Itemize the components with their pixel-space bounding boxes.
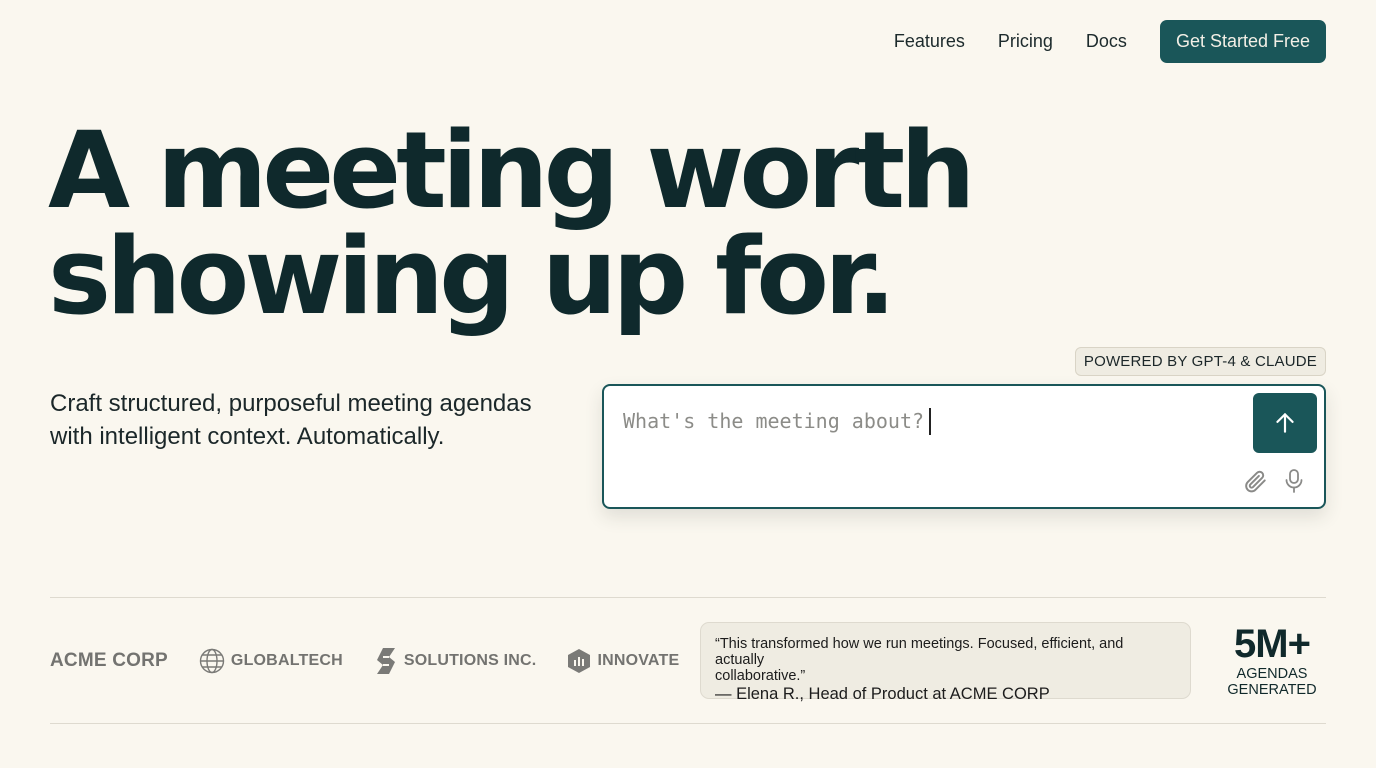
text-caret bbox=[929, 407, 932, 435]
logo-acme-corp-label: ACME CORP bbox=[50, 650, 168, 671]
logo-innovate-label: INNOVATE bbox=[597, 652, 680, 669]
paperclip-icon bbox=[1245, 470, 1266, 493]
divider-top bbox=[50, 597, 1326, 598]
hero-title: A meeting worth showing up for. bbox=[48, 109, 976, 338]
testimonial-quote-line-2: collaborative.” bbox=[715, 668, 806, 684]
attach-file-button[interactable] bbox=[1242, 468, 1268, 494]
divider-bottom bbox=[50, 723, 1326, 724]
hero-subtitle-line-1: Craft structured, purposeful meeting age… bbox=[50, 390, 532, 417]
logo-globaltech-label: GLOBALTECH bbox=[230, 652, 343, 669]
hero-subtitle: Craft structured, purposeful meeting age… bbox=[50, 387, 570, 453]
nav-link-docs[interactable]: Docs bbox=[1086, 31, 1127, 52]
logo-globaltech: GLOBALTECH bbox=[199, 648, 343, 674]
meeting-topic-input[interactable]: What's the meeting about? bbox=[623, 406, 1223, 436]
hero-title-line-2: showing up for. bbox=[48, 215, 896, 338]
testimonial-quote: “This transformed how we run meetings. F… bbox=[715, 636, 1176, 684]
voice-input-button[interactable] bbox=[1282, 468, 1306, 494]
s-mark-icon bbox=[376, 648, 395, 674]
nav-link-pricing[interactable]: Pricing bbox=[998, 31, 1053, 52]
testimonial-author: — Elena R., Head of Product at ACME CORP bbox=[715, 685, 1050, 703]
hero-title-line-1: A meeting worth bbox=[48, 109, 976, 232]
logo-solutions-inc-label: SOLUTIONS INC. bbox=[403, 652, 537, 669]
stat-value: 5M+ bbox=[1234, 622, 1311, 666]
get-started-button[interactable]: Get Started Free bbox=[1159, 20, 1326, 63]
testimonial-card: “This transformed how we run meetings. F… bbox=[700, 622, 1191, 703]
microphone-icon bbox=[1285, 469, 1303, 493]
testimonial-quote-line-1: “This transformed how we run meetings. F… bbox=[715, 636, 1124, 668]
meeting-prompt-box: What's the meeting about? bbox=[602, 384, 1326, 509]
customer-logos: ACME CORP GLOBALTECH SOLUTIONS INC. INNO… bbox=[50, 646, 710, 676]
landing-page: Features Pricing Docs Get Started Free A… bbox=[0, 0, 1376, 768]
globe-icon bbox=[199, 648, 225, 674]
hexagon-chart-icon bbox=[568, 649, 591, 673]
arrow-up-icon bbox=[1276, 413, 1294, 433]
stat-label-line-2: GENERATED bbox=[1227, 682, 1317, 698]
hero-subtitle-line-2: with intelligent context. Automatically. bbox=[50, 423, 445, 450]
logo-solutions-inc: SOLUTIONS INC. bbox=[374, 647, 537, 675]
logo-innovate: INNOVATE bbox=[567, 648, 679, 674]
agendas-stat: 5M+ AGENDAS GENERATED bbox=[1216, 622, 1328, 698]
stat-label: AGENDAS GENERATED bbox=[1216, 666, 1328, 698]
stat-label-line-1: AGENDAS bbox=[1236, 666, 1308, 682]
send-button[interactable] bbox=[1253, 393, 1317, 453]
top-nav: Features Pricing Docs Get Started Free bbox=[894, 20, 1326, 63]
powered-by-badge: POWERED BY GPT-4 & CLAUDE bbox=[1074, 347, 1326, 376]
meeting-topic-placeholder: What's the meeting about? bbox=[623, 409, 925, 433]
logo-acme-corp: ACME CORP bbox=[50, 650, 168, 672]
nav-link-features[interactable]: Features bbox=[894, 31, 965, 52]
